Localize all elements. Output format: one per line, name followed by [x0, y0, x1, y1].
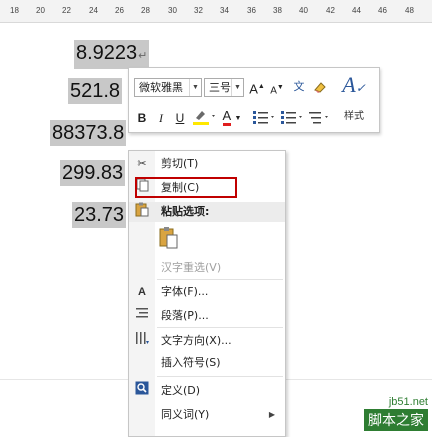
chevron-down-icon[interactable]: ▼ — [189, 79, 201, 96]
menu-item-label: 剪切(T) — [161, 157, 199, 170]
bullets-button[interactable] — [251, 108, 277, 130]
number-text: 23.73 — [74, 204, 125, 226]
context-menu: ✂ 剪切(T) 复制(C) 粘贴选项: 汉字重选(V) A 字体(F)... 段… — [128, 150, 286, 437]
font-size-value: 三号 — [209, 82, 231, 94]
bold-button[interactable]: B — [135, 110, 149, 126]
eraser-icon — [314, 82, 326, 93]
italic-button[interactable]: I — [154, 110, 168, 126]
ruler-tick: 34 — [220, 6, 229, 15]
menu-item-define[interactable]: 定义(D) — [129, 381, 285, 401]
phonetic-guide-icon: 文 — [293, 81, 305, 93]
chevron-down-icon: ▼ — [234, 115, 242, 122]
menu-item-label: 字体(F)... — [161, 285, 209, 298]
ruler-tick: 36 — [247, 6, 256, 15]
mini-toolbar: 微软雅黑 ▼ 三号 ▼ A▲ A▼ 文 B I U A ▼ A✓ 样式 — [128, 67, 380, 133]
ruler-tick: 24 — [89, 6, 98, 15]
menu-item-label: 文字方向(X)... — [161, 334, 232, 347]
shrink-font-button[interactable]: A▼ — [269, 80, 285, 99]
highlighter-icon — [193, 111, 215, 125]
clipboard-icon — [159, 227, 178, 249]
menu-separator — [157, 376, 283, 377]
menu-item-text-direction[interactable]: 文字方向(X)... — [129, 331, 285, 351]
ruler-tick: 44 — [352, 6, 361, 15]
format-painter-button[interactable] — [311, 79, 329, 99]
selected-number[interactable]: 299.83 — [60, 160, 126, 186]
paste-icon — [134, 202, 150, 224]
ruler-tick: 26 — [115, 6, 124, 15]
menu-item-cut[interactable]: ✂ 剪切(T) — [129, 154, 285, 174]
horizontal-ruler: 18 20 22 24 26 28 30 32 34 36 38 40 42 4… — [0, 0, 432, 23]
font-name-combo[interactable]: 微软雅黑 ▼ — [134, 78, 202, 97]
highlight-button[interactable] — [192, 108, 218, 130]
font-size-combo[interactable]: 三号 ▼ — [204, 78, 244, 97]
underline-button[interactable]: U — [173, 110, 187, 126]
ruler-tick: 30 — [168, 6, 177, 15]
selected-number[interactable]: 521.8 — [68, 78, 123, 104]
numbering-button[interactable] — [279, 108, 305, 130]
site-watermark: jb51.net 脚本之家 — [364, 396, 428, 431]
define-icon — [134, 381, 150, 402]
ruler-tick: 38 — [273, 6, 282, 15]
scissors-icon: ✂ — [137, 157, 147, 170]
ruler-tick: 32 — [194, 6, 203, 15]
ruler-tick: 18 — [10, 6, 19, 15]
menu-item-hanzi-reconvert: 汉字重选(V) — [129, 258, 285, 278]
number-text: 88373.8 — [52, 122, 125, 144]
menu-item-label: 同义词(Y) — [161, 408, 210, 421]
grow-font-icon: A — [249, 81, 258, 97]
bold-icon: B — [137, 111, 147, 125]
menu-separator — [157, 327, 283, 328]
font-color-button[interactable]: A ▼ — [219, 108, 245, 127]
ruler-tick: 46 — [378, 6, 387, 15]
copy-highlight-box — [135, 177, 237, 198]
ruler-tick: 48 — [405, 6, 414, 15]
grow-font-button[interactable]: A▲ — [249, 79, 265, 97]
shrink-font-icon: A — [270, 85, 277, 97]
number-text: 299.83 — [62, 162, 124, 184]
selected-number[interactable]: 23.73 — [72, 202, 127, 228]
font-name-value: 微软雅黑 — [139, 82, 183, 94]
italic-icon: I — [159, 111, 163, 125]
watermark-brand: 脚本之家 — [364, 409, 428, 431]
menu-item-font[interactable]: A 字体(F)... — [129, 282, 285, 302]
menu-item-label: 段落(P)... — [161, 309, 209, 322]
submenu-arrow-icon: ▶ — [268, 410, 275, 419]
ruler-tick: 28 — [141, 6, 150, 15]
menu-item-paragraph[interactable]: 段落(P)... — [129, 306, 285, 326]
ruler-tick: 20 — [36, 6, 45, 15]
paste-keep-text-only-button[interactable] — [159, 226, 179, 250]
ruler-tick: 40 — [299, 6, 308, 15]
chevron-down-icon[interactable]: ▼ — [231, 79, 243, 96]
line-spacing-button[interactable] — [307, 108, 333, 130]
menu-item-label: 定义(D) — [161, 384, 201, 397]
menu-item-insert-symbol[interactable]: 插入符号(S) — [129, 353, 285, 373]
paragraph-icon — [134, 306, 150, 326]
multilevel-list-icon — [309, 112, 328, 124]
phonetic-guide-button[interactable]: 文 — [290, 79, 308, 95]
underline-icon: U — [175, 111, 185, 125]
paragraph-mark: ↵ — [138, 50, 148, 62]
number-text: 521.8 — [70, 80, 121, 102]
styles-label: 样式 — [344, 111, 364, 122]
bullet-list-icon — [253, 111, 274, 124]
menu-item-label: 汉字重选(V) — [161, 261, 222, 274]
numbered-list-icon — [281, 111, 302, 124]
selected-number[interactable]: 8.9223↵ — [74, 40, 150, 69]
font-color-icon: A — [222, 108, 232, 126]
menu-separator — [157, 279, 283, 280]
menu-item-label: 粘贴选项: — [161, 205, 210, 218]
ruler-tick: 22 — [62, 6, 71, 15]
menu-item-label: 插入符号(S) — [161, 356, 221, 369]
text-direction-icon — [134, 331, 150, 352]
menu-item-paste-options: 粘贴选项: — [129, 202, 285, 222]
number-text: 8.9223 — [76, 42, 138, 64]
styles-icon: A✓ — [342, 72, 366, 97]
ruler-tick: 42 — [326, 6, 335, 15]
watermark-url: jb51.net — [388, 396, 428, 408]
font-icon: A — [138, 286, 146, 298]
selected-number[interactable]: 88373.8 — [50, 120, 127, 146]
menu-item-synonyms[interactable]: 同义词(Y) ▶ — [129, 405, 285, 425]
styles-button[interactable]: A✓ 样式 — [334, 72, 374, 128]
